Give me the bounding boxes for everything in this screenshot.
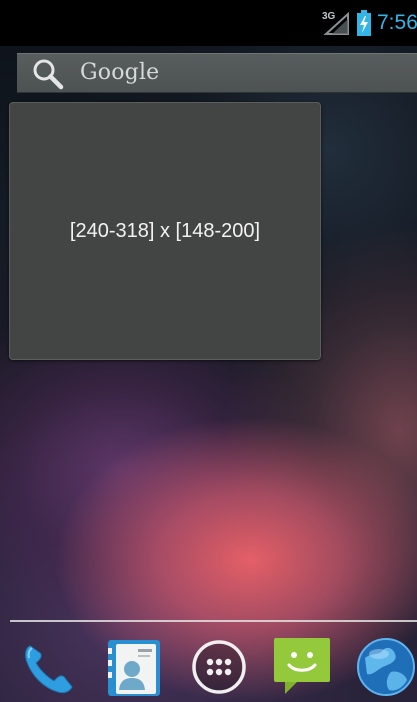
google-search-bar[interactable]: Google [17,53,417,93]
favorites-dock [0,622,417,702]
app-drawer-icon[interactable] [188,636,250,698]
browser-globe-icon[interactable] [355,636,417,698]
contacts-icon[interactable] [102,636,164,698]
home-screen: 3G 7:56 Google [240-318] x [148-200] [0,0,417,702]
network-type-label: 3G [322,11,336,22]
search-icon [33,59,64,90]
messaging-icon[interactable] [271,636,333,698]
home-widget[interactable]: [240-318] x [148-200] [9,102,321,360]
widget-size-text: [240-318] x [148-200] [69,220,261,242]
signal-3g-icon: 3G [322,11,349,35]
status-bar: 3G 7:56 [0,0,417,46]
battery-charging-icon [357,10,371,36]
status-clock: 7:56 [377,11,417,34]
phone-icon[interactable] [18,636,80,698]
search-label: Google [80,60,160,85]
